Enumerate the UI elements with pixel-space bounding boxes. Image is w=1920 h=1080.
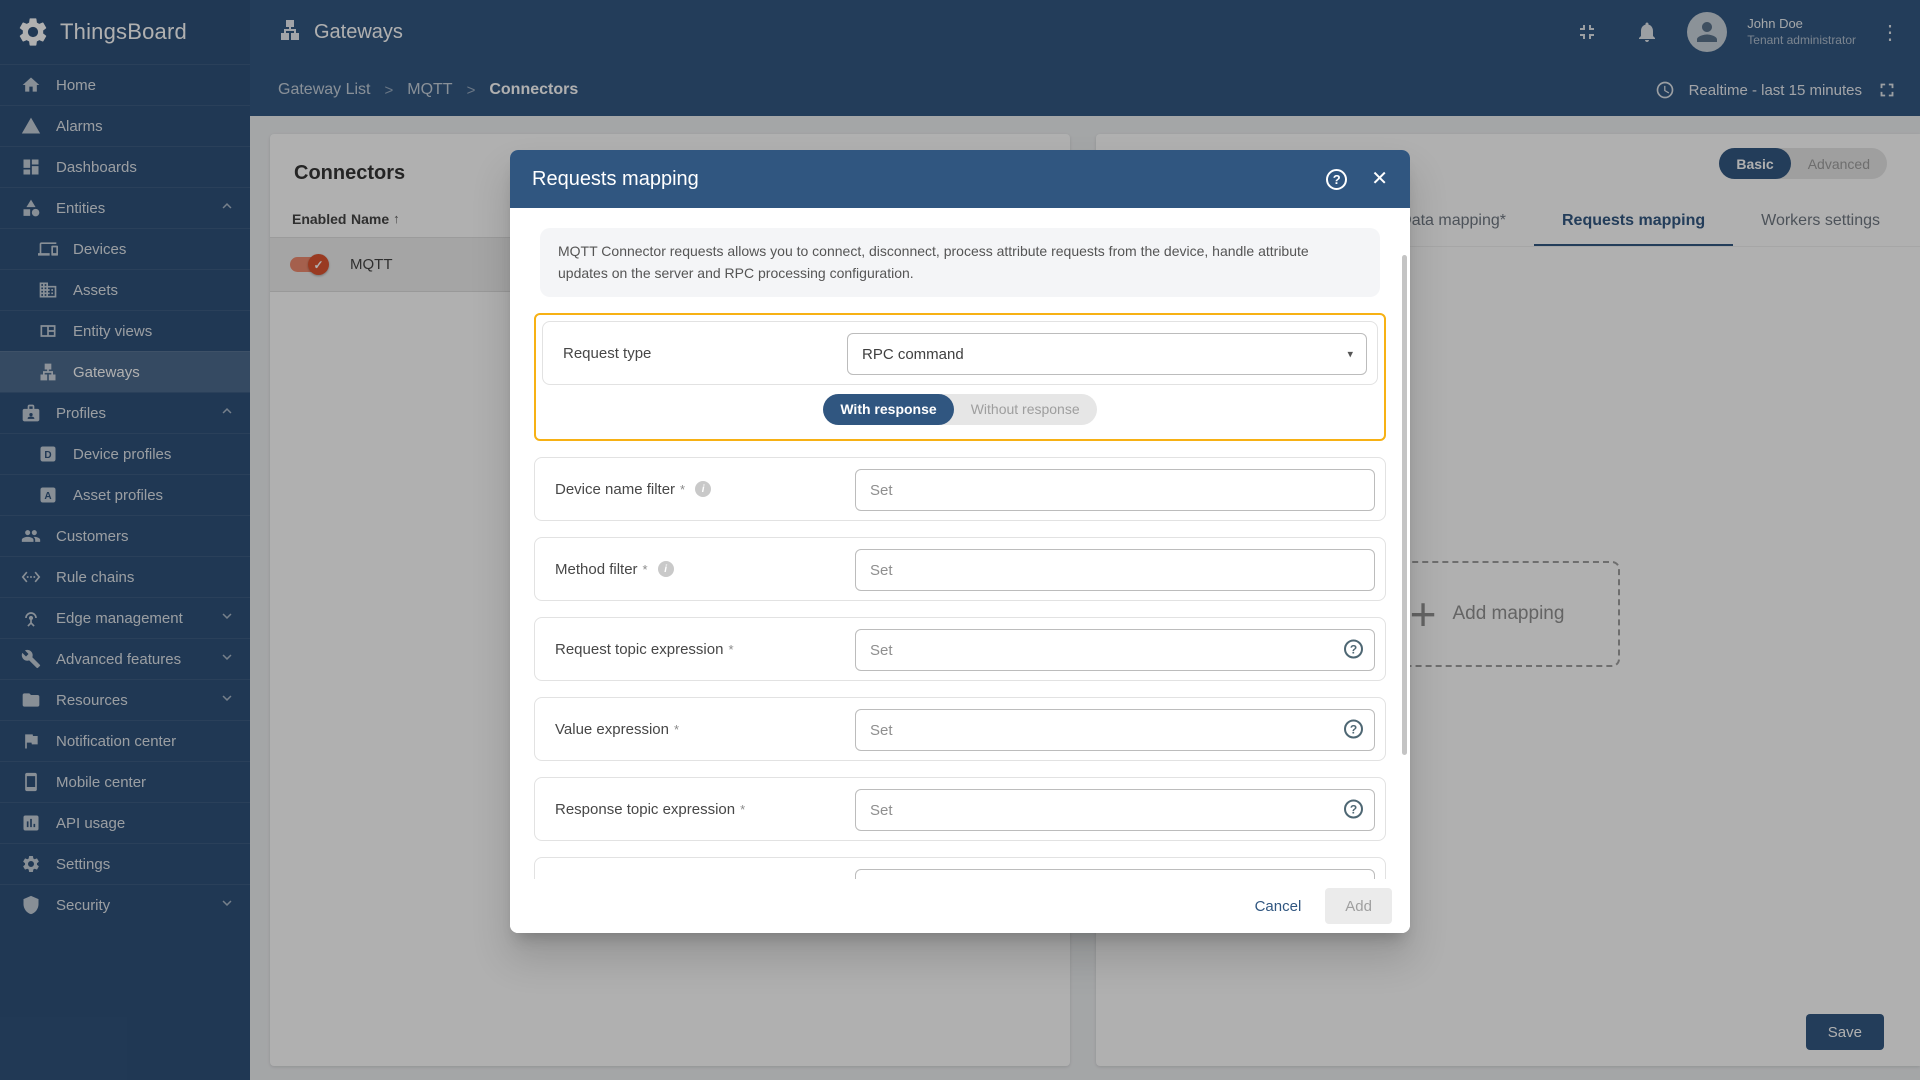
request-topic-expression-input[interactable] — [855, 629, 1375, 672]
response-topic-expression-label: Response topic expression — [555, 800, 736, 818]
required-marker: * — [728, 641, 734, 657]
add-button[interactable]: Add — [1325, 888, 1392, 924]
request-topic-expression-label: Request topic expression — [555, 640, 724, 658]
value-expression-row: Value expression * ? — [534, 697, 1386, 762]
help-icon[interactable]: ? — [1326, 168, 1348, 190]
required-marker: * — [740, 801, 746, 817]
dialog-body: MQTT Connector requests allows you to co… — [510, 208, 1410, 879]
requests-mapping-dialog: Requests mapping ? ✕ MQTT Connector requ… — [510, 150, 1410, 933]
method-filter-input[interactable] — [855, 549, 1375, 592]
value-expression-input[interactable] — [855, 709, 1375, 752]
value-expression-label: Value expression — [555, 720, 669, 738]
help-icon[interactable]: ? — [1344, 799, 1363, 819]
dialog-footer: Cancel Add — [510, 879, 1410, 933]
method-filter-label: Method filter — [555, 560, 638, 578]
required-marker: * — [680, 481, 686, 497]
app-root: ThingsBoard Home Alarms Dashboards Entit… — [0, 0, 1920, 1080]
response-topic-qos-row: Response topic QoS i 0 - At most once ▾ — [534, 857, 1386, 879]
request-topic-expression-row: Request topic expression * ? — [534, 617, 1386, 682]
dialog-scrollbar[interactable] — [1402, 255, 1407, 755]
close-icon[interactable]: ✕ — [1371, 169, 1388, 189]
caret-down-icon: ▾ — [1347, 348, 1353, 361]
info-icon[interactable]: i — [657, 561, 674, 578]
method-filter-row: Method filter * i — [534, 537, 1386, 602]
device-name-filter-row: Device name filter * i — [534, 457, 1386, 522]
device-name-filter-label: Device name filter — [555, 480, 676, 498]
with-response-option[interactable]: With response — [823, 393, 954, 425]
cancel-button[interactable]: Cancel — [1241, 890, 1316, 923]
device-name-filter-input[interactable] — [855, 469, 1375, 512]
response-topic-expression-row: Response topic expression * ? — [534, 777, 1386, 842]
response-topic-qos-select[interactable]: 0 - At most once ▾ — [855, 869, 1375, 879]
info-icon[interactable]: i — [695, 481, 712, 498]
response-topic-expression-input[interactable] — [855, 789, 1375, 832]
highlighted-section: Request type RPC command ▾ With response… — [534, 313, 1386, 442]
dialog-description: MQTT Connector requests allows you to co… — [540, 228, 1380, 298]
help-icon[interactable]: ? — [1344, 639, 1363, 659]
dialog-title: Requests mapping — [532, 167, 699, 190]
request-type-select[interactable]: RPC command ▾ — [847, 333, 1367, 376]
dialog-header: Requests mapping ? ✕ — [510, 150, 1410, 208]
response-mode-toggle: With response Without response — [542, 385, 1378, 433]
request-type-value: RPC command — [862, 345, 964, 363]
request-type-label: Request type — [563, 344, 652, 362]
request-type-row: Request type RPC command ▾ — [542, 321, 1378, 386]
required-marker: * — [642, 561, 648, 577]
help-icon[interactable]: ? — [1344, 719, 1363, 739]
without-response-option[interactable]: Without response — [954, 394, 1097, 425]
required-marker: * — [673, 721, 680, 737]
